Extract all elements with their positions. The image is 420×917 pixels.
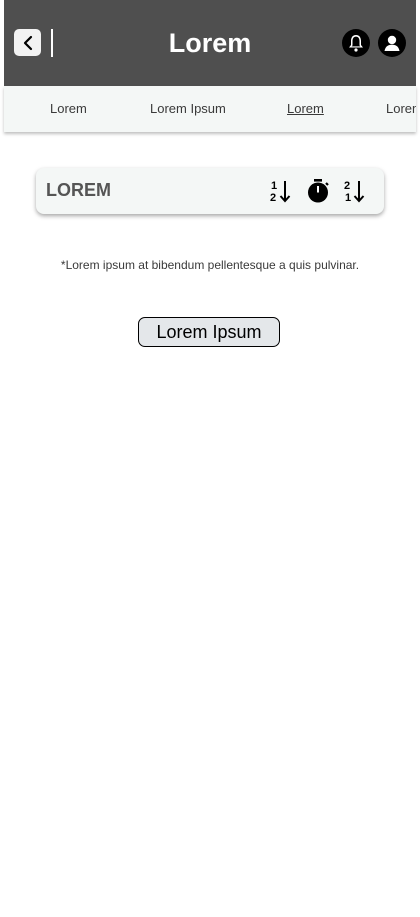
- footnote: *Lorem ipsum at bibendum pellentesque a …: [60, 258, 360, 272]
- svg-text:2: 2: [270, 192, 276, 204]
- svg-text:1: 1: [271, 180, 277, 192]
- lorem-ipsum-button[interactable]: Lorem Ipsum: [138, 317, 280, 347]
- sort-ascending-numeric-icon[interactable]: 1 2: [269, 178, 293, 204]
- tab-lorem-4[interactable]: Lorem: [386, 101, 416, 116]
- profile-button[interactable]: [378, 29, 406, 57]
- svg-text:2: 2: [344, 180, 350, 192]
- user-icon: [384, 35, 400, 51]
- sort-descending-numeric-icon[interactable]: 2 1: [343, 178, 367, 204]
- bell-icon: [349, 35, 363, 52]
- sort-bar: LOREM 1 2 2 1: [36, 168, 384, 214]
- app-bar: Lorem: [4, 0, 416, 86]
- timer-icon[interactable]: [305, 178, 331, 204]
- tab-bar: Lorem Lorem Ipsum Lorem Lorem: [4, 86, 416, 132]
- tab-lorem-1[interactable]: Lorem: [50, 101, 87, 116]
- notification-button[interactable]: [342, 29, 370, 57]
- svg-text:1: 1: [345, 192, 351, 204]
- tab-lorem-active[interactable]: Lorem: [287, 101, 324, 116]
- sort-bar-title: LOREM: [46, 180, 111, 200]
- tab-lorem-ipsum[interactable]: Lorem Ipsum: [150, 101, 226, 116]
